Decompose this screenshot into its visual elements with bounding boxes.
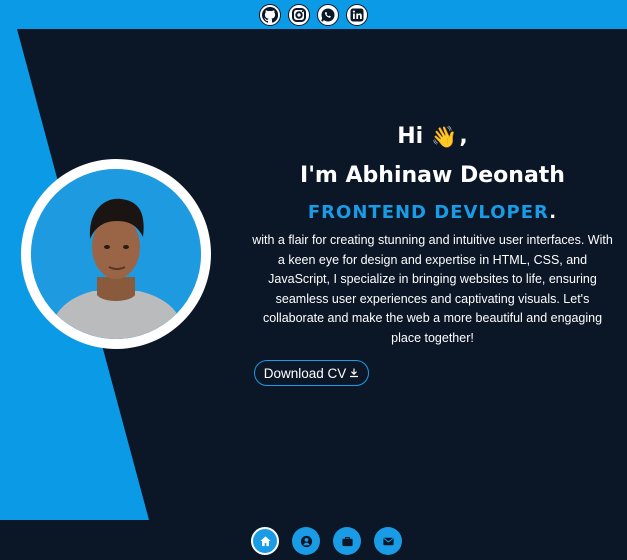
- instagram-link[interactable]: [288, 3, 310, 26]
- mail-icon: [382, 537, 394, 545]
- nav-home[interactable]: [251, 527, 279, 555]
- hero-content: Hi 👋, I'm Abhinaw Deonath FRONTEND DEVLO…: [250, 122, 615, 348]
- briefcase-icon: [341, 536, 353, 546]
- linkedin-icon: [350, 8, 364, 21]
- instagram-icon: [292, 7, 306, 22]
- wave-emoji-icon: 👋: [431, 125, 458, 149]
- whatsapp-icon: [321, 8, 335, 22]
- home-icon: [259, 535, 271, 546]
- role-dot: .: [549, 202, 558, 223]
- greeting-comma: ,: [459, 124, 468, 149]
- greeting: Hi 👋,: [250, 122, 615, 152]
- social-bar: [0, 0, 627, 29]
- download-icon: [350, 368, 359, 378]
- download-cv-button[interactable]: Download CV: [254, 360, 369, 386]
- github-link[interactable]: [259, 3, 281, 26]
- greeting-text: Hi: [397, 124, 424, 149]
- download-cv-label: Download CV: [263, 365, 347, 381]
- linkedin-link[interactable]: [346, 3, 368, 26]
- hero-role: FRONTEND DEVLOPER.: [250, 201, 615, 225]
- user-icon: [300, 535, 312, 547]
- hero-bio: with a flair for creating stunning and i…: [252, 233, 613, 345]
- github-icon: [262, 6, 278, 23]
- bottom-nav: [0, 527, 627, 555]
- nav-portfolio[interactable]: [333, 527, 361, 555]
- nav-about[interactable]: [292, 527, 320, 555]
- hero-name: I'm Abhinaw Deonath: [300, 163, 565, 188]
- profile-photo-frame: [21, 159, 211, 349]
- nav-contact[interactable]: [374, 527, 402, 555]
- avatar: [31, 169, 201, 339]
- role-text: FRONTEND DEVLOPER: [307, 202, 550, 223]
- whatsapp-link[interactable]: [317, 3, 339, 26]
